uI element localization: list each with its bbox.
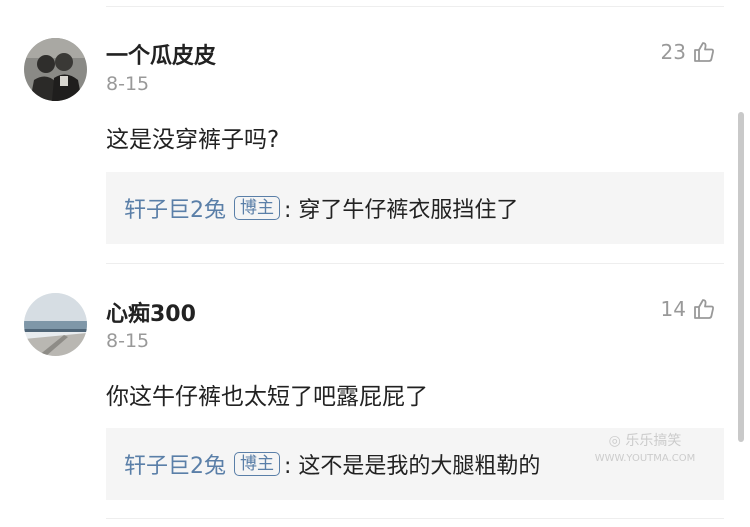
divider: [106, 263, 724, 264]
reply-author[interactable]: 轩子巨2兔: [124, 192, 226, 224]
avatar[interactable]: [24, 293, 87, 356]
like-button[interactable]: 23: [661, 40, 716, 64]
comment-text: 这是没穿裤子吗?: [106, 127, 280, 153]
watermark: ◎ 乐乐搞笑 WWW.YOUTMA.COM: [564, 432, 726, 468]
avatar[interactable]: [24, 38, 87, 101]
watermark-line: WWW.YOUTMA.COM: [594, 453, 696, 464]
comment-text: 你这牛仔裤也太短了吧露屁屁了: [106, 384, 428, 410]
divider: [106, 518, 724, 519]
like-count: 23: [660, 40, 686, 64]
reply-text: : 这不是是我的大腿粗勒的: [284, 454, 541, 479]
comment-date: 8-15: [106, 330, 150, 352]
reply-text: : 穿了牛仔裤衣服挡住了: [284, 198, 519, 223]
comment-date: 8-15: [106, 73, 150, 95]
watermark-line: ◎ 乐乐搞笑: [608, 433, 682, 449]
like-count: 14: [660, 297, 686, 321]
author-badge: 博主: [234, 452, 280, 476]
username[interactable]: 心痴300: [106, 296, 196, 328]
reply-author[interactable]: 轩子巨2兔: [124, 448, 226, 480]
thumb-up-icon: [692, 297, 716, 321]
thumb-up-icon: [692, 40, 716, 64]
username[interactable]: 一个瓜皮皮: [106, 38, 216, 70]
author-badge: 博主: [234, 196, 280, 220]
top-divider: [106, 6, 724, 7]
like-button[interactable]: 14: [661, 297, 716, 321]
reply-box[interactable]: 轩子巨2兔 博主 : 穿了牛仔裤衣服挡住了: [106, 172, 724, 244]
scrollbar[interactable]: [738, 112, 744, 442]
